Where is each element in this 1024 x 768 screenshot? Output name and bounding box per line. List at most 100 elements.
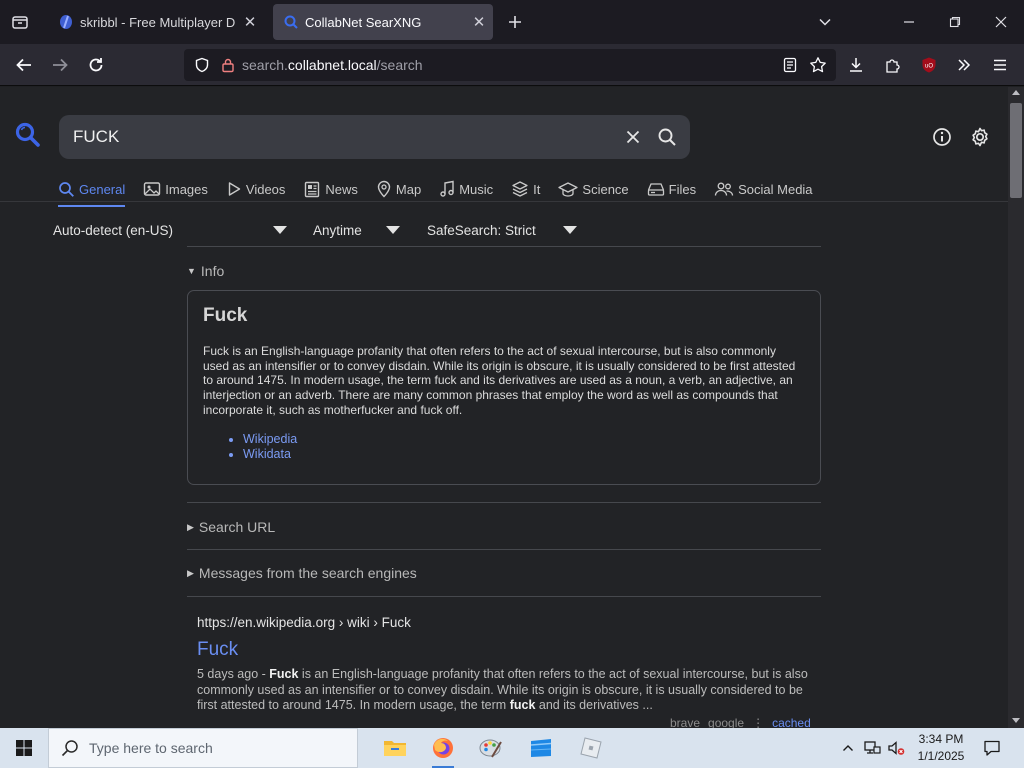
language-select[interactable]: Auto-detect (en-US): [53, 219, 293, 241]
extensions-puzzle-icon[interactable]: [879, 51, 907, 79]
minimize-icon[interactable]: [886, 0, 932, 44]
tab-general[interactable]: General: [58, 176, 126, 207]
category-label: Social Media: [738, 181, 813, 197]
settings-gear-icon[interactable]: [966, 123, 994, 151]
scroll-down-icon[interactable]: [1012, 718, 1020, 723]
tab-videos[interactable]: Videos: [226, 176, 286, 202]
divider: [187, 246, 821, 247]
shield-icon[interactable]: [194, 57, 210, 73]
play-icon: [228, 182, 241, 196]
cached-link[interactable]: cached: [772, 716, 811, 728]
windows-start-icon[interactable]: [0, 728, 48, 768]
info-circle-icon[interactable]: [928, 123, 956, 151]
search-submit-icon[interactable]: [650, 115, 684, 159]
tab-list-icon[interactable]: [0, 0, 40, 44]
music-note-icon: [440, 180, 454, 197]
taskbar-search-box[interactable]: Type here to search: [48, 728, 358, 768]
app-window-icon[interactable]: [518, 728, 564, 768]
chevron-up-icon[interactable]: [838, 728, 858, 768]
tab-images[interactable]: Images: [143, 176, 208, 202]
tab-music[interactable]: Music: [439, 176, 493, 202]
time-range-value: Anytime: [313, 222, 362, 238]
tab-searxng[interactable]: CollabNet SearXNG ✕: [273, 4, 493, 40]
divider: [187, 502, 821, 503]
engine-messages-label: Messages from the search engines: [198, 565, 417, 581]
lock-icon[interactable]: [220, 57, 236, 73]
navigation-toolbar: search.collabnet.local/search uO: [0, 44, 1024, 86]
more-tools-chevron-icon[interactable]: [950, 51, 978, 79]
tab-skribbl[interactable]: skribbl - Free Multiplayer Drawi ✕: [48, 4, 264, 40]
ublock-origin-icon[interactable]: uO: [915, 51, 943, 79]
restore-icon[interactable]: [932, 0, 978, 44]
result-url[interactable]: https://en.wikipedia.org › wiki › Fuck: [197, 615, 411, 630]
tab-title: skribbl - Free Multiplayer Drawi: [80, 14, 236, 30]
category-label: Images: [165, 181, 208, 197]
close-tab-icon[interactable]: ✕: [465, 13, 493, 31]
hamburger-menu-icon[interactable]: [986, 51, 1014, 79]
info-toggle[interactable]: ▼ Info: [187, 263, 224, 279]
notifications-icon[interactable]: [980, 728, 1004, 768]
firefox-icon[interactable]: [420, 728, 466, 768]
search-url-toggle[interactable]: ▶ Search URL: [187, 519, 275, 535]
clear-search-icon[interactable]: [616, 115, 650, 159]
close-tab-icon[interactable]: ✕: [236, 13, 264, 31]
infobox-description: Fuck is an English-language profanity th…: [203, 344, 796, 417]
reader-view-icon[interactable]: [776, 51, 804, 79]
bookmark-star-icon[interactable]: [804, 51, 832, 79]
result-title-link[interactable]: Fuck: [197, 639, 238, 661]
tab-social-media[interactable]: Social Media: [714, 176, 813, 202]
engine-google: google: [708, 716, 745, 728]
close-window-icon[interactable]: [978, 0, 1024, 44]
category-label: Files: [668, 181, 697, 197]
volume-muted-icon[interactable]: [884, 728, 908, 768]
info-toggle-label: Info: [200, 263, 225, 279]
category-tabs: General Images Videos News Map Music It: [58, 176, 831, 207]
network-icon[interactable]: [860, 728, 884, 768]
search-input[interactable]: [59, 127, 616, 147]
infobox-links: Wikipedia Wikidata: [243, 432, 805, 462]
wikidata-link[interactable]: Wikidata: [243, 447, 805, 462]
map-pin-icon: [377, 180, 391, 198]
paint-palette-icon[interactable]: [468, 728, 514, 768]
taskbar-clock[interactable]: 3:34 PM 1/1/2025: [906, 731, 976, 765]
tab-map[interactable]: Map: [376, 176, 421, 202]
layers-icon: [512, 181, 528, 197]
search-icon: [61, 740, 78, 757]
category-divider: [0, 201, 1008, 202]
tab-science[interactable]: Science: [558, 176, 629, 202]
caret-right-icon: ▶: [187, 521, 194, 532]
page-scrollbar[interactable]: [1008, 87, 1024, 728]
roblox-icon[interactable]: [568, 728, 614, 768]
engine-brave: brave: [670, 716, 701, 728]
category-label: Music: [459, 181, 494, 197]
category-label: General: [79, 181, 126, 197]
url-text[interactable]: search.collabnet.local/search: [242, 57, 423, 73]
scroll-up-icon[interactable]: [1012, 90, 1020, 95]
reload-icon[interactable]: [82, 51, 110, 79]
wikipedia-link[interactable]: Wikipedia: [243, 432, 805, 447]
new-tab-icon[interactable]: [503, 10, 527, 34]
scrollbar-thumb[interactable]: [1010, 103, 1022, 198]
graduation-cap-icon: [558, 181, 579, 197]
divider: [187, 549, 821, 550]
caret-right-icon: ▶: [187, 567, 194, 578]
engine-messages-toggle[interactable]: ▶ Messages from the search engines: [187, 565, 417, 581]
safesearch-select[interactable]: SafeSearch: Strict: [427, 219, 582, 241]
file-explorer-icon[interactable]: [372, 728, 418, 768]
time-range-select[interactable]: Anytime: [313, 219, 403, 241]
result-engines: brave google ⋮ cached: [670, 716, 811, 728]
tab-files[interactable]: Files: [647, 176, 696, 202]
category-label: News: [325, 181, 358, 197]
chevron-down-icon[interactable]: [802, 0, 848, 44]
tab-news[interactable]: News: [303, 176, 358, 202]
divider: [187, 596, 821, 597]
forward-arrow-icon[interactable]: [46, 51, 74, 79]
tab-it[interactable]: It: [511, 176, 540, 202]
searxng-logo-icon[interactable]: [14, 121, 42, 154]
category-label: Videos: [245, 181, 286, 197]
infobox-title: Fuck: [203, 305, 248, 326]
download-icon[interactable]: [842, 51, 870, 79]
address-bar[interactable]: search.collabnet.local/search: [184, 49, 836, 81]
back-arrow-icon[interactable]: [10, 51, 38, 79]
drive-icon: [647, 183, 664, 196]
